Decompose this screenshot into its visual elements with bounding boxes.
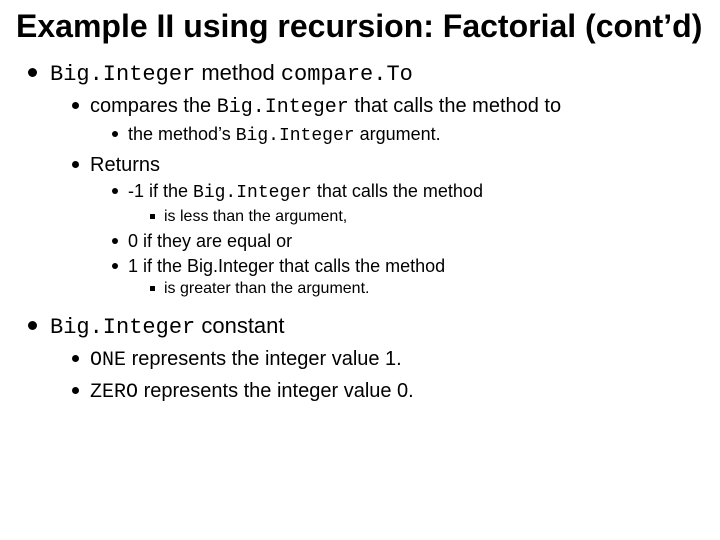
bullet-compareto: Big.Integer method compare.To compares t… xyxy=(28,59,704,300)
code-biginteger: Big.Integer xyxy=(50,62,195,87)
sublist: is greater than the argument. xyxy=(128,279,704,300)
text: method xyxy=(195,60,281,85)
bullet-one: ONE represents the integer value 1. xyxy=(72,346,704,374)
code-biginteger: Big.Integer xyxy=(236,126,355,146)
bullet-constant: Big.Integer constant ONE represents the … xyxy=(28,312,704,406)
text: that calls the method to xyxy=(349,95,561,117)
bullet-returns: Returns -1 if the Big.Integer that calls… xyxy=(72,152,704,300)
sublist: ONE represents the integer value 1. ZERO… xyxy=(50,346,704,406)
bullet-return-1: 1 if the Big.Integer that calls the meth… xyxy=(112,255,704,300)
text: 1 if the Big.Integer that calls the meth… xyxy=(128,256,445,276)
bullet-return-0: 0 if they are equal or xyxy=(112,230,704,253)
code-one: ONE xyxy=(90,349,126,372)
code-zero: ZERO xyxy=(90,381,138,404)
bullet-less-than: is less than the argument, xyxy=(150,207,704,228)
sublist: is less than the argument, xyxy=(128,207,704,228)
bullet-compares: compares the Big.Integer that calls the … xyxy=(72,93,704,148)
text: compares the xyxy=(90,95,217,117)
sublist: the method’s Big.Integer argument. xyxy=(90,123,704,148)
sublist: -1 if the Big.Integer that calls the met… xyxy=(90,180,704,300)
text: the method’s xyxy=(128,124,236,144)
code-compareto: compare.To xyxy=(281,62,413,87)
bullet-list: Big.Integer method compare.To compares t… xyxy=(16,59,704,406)
code-biginteger: Big.Integer xyxy=(193,183,312,203)
bullet-zero: ZERO represents the integer value 0. xyxy=(72,378,704,406)
bullet-return-neg1: -1 if the Big.Integer that calls the met… xyxy=(112,180,704,227)
text: Returns xyxy=(90,154,160,176)
text: represents the integer value 0. xyxy=(138,380,414,402)
text: constant xyxy=(195,313,284,338)
text: represents the integer value 1. xyxy=(126,348,402,370)
code-biginteger: Big.Integer xyxy=(217,96,349,119)
bullet-method-argument: the method’s Big.Integer argument. xyxy=(112,123,704,148)
slide: Example II using recursion: Factorial (c… xyxy=(0,0,720,540)
text: argument. xyxy=(355,124,441,144)
text: that calls the method xyxy=(312,181,483,201)
text: -1 if the xyxy=(128,181,193,201)
sublist: compares the Big.Integer that calls the … xyxy=(50,93,704,300)
slide-title: Example II using recursion: Factorial (c… xyxy=(16,8,704,45)
bullet-greater-than: is greater than the argument. xyxy=(150,279,704,300)
code-biginteger: Big.Integer xyxy=(50,315,195,340)
